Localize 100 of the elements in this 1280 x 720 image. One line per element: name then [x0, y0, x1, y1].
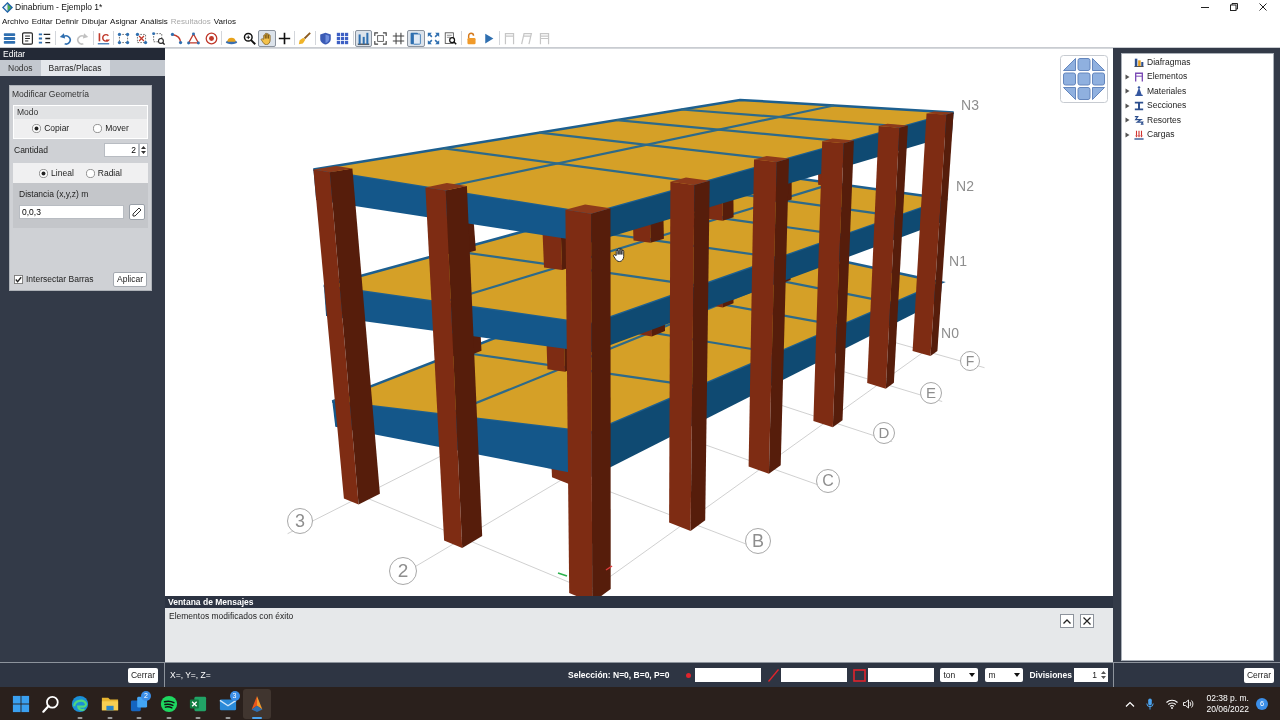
field-label: Distancia (x,y,z) m	[19, 189, 90, 199]
close-icon	[1083, 617, 1091, 625]
intersect-checkbox[interactable]: Intersectar Barras	[14, 273, 94, 286]
radio-icon[interactable]	[32, 124, 42, 133]
unit-select[interactable]: ton	[940, 668, 979, 682]
chevron-up-icon	[1063, 618, 1071, 624]
grid-axis-label: F	[960, 351, 980, 371]
tree-item[interactable]: Secciones	[1122, 98, 1273, 113]
mode-title: Modo	[14, 106, 147, 119]
radio-option[interactable]: Copiar	[32, 122, 70, 135]
wifi-icon[interactable]	[1166, 698, 1179, 709]
tree-item[interactable]: Cargas	[1122, 127, 1273, 142]
grid-axis-label: 2	[389, 557, 417, 585]
search-icon	[41, 694, 60, 713]
taskbar-button[interactable]	[243, 688, 271, 719]
message-text: Elementos modificados con éxito	[169, 611, 295, 622]
clock-time[interactable]: 02:38 p. m.	[1206, 692, 1249, 704]
menu-item[interactable]: Dibujar	[81, 16, 108, 27]
microphone-icon[interactable]	[1146, 697, 1155, 710]
expand-arrow-icon[interactable]	[1125, 117, 1130, 124]
menu-item[interactable]: Asignar	[110, 16, 138, 27]
tree-item[interactable]: Resortes	[1122, 113, 1273, 128]
unit-select[interactable]: m	[985, 668, 1024, 682]
level-label: N2	[956, 178, 974, 194]
grid-axis-label: 3	[287, 508, 313, 534]
stacked-squares-icon	[130, 694, 148, 713]
view-navigation-icon[interactable]	[1060, 55, 1108, 103]
tree-item[interactable]: Diafragmas	[1122, 55, 1273, 70]
dot-icon	[686, 672, 692, 678]
level-label: N1	[949, 253, 967, 269]
menu-item[interactable]: Análisis	[140, 16, 168, 27]
restore-icon	[1229, 3, 1238, 11]
spin-arrows-icon[interactable]	[139, 143, 148, 157]
circle-waves-icon	[159, 694, 178, 713]
cone-icon	[1133, 86, 1144, 97]
tab[interactable]: Barras/Placas	[40, 60, 110, 76]
divisions-label: Divisiones	[1029, 668, 1072, 682]
grid-axis-label: C	[816, 469, 840, 493]
distance-field[interactable]: 0,0,3	[19, 205, 124, 219]
caret-down-icon	[969, 673, 976, 677]
group-title: Modificar Geometría	[11, 87, 90, 101]
i-beam-icon	[1133, 100, 1144, 111]
column-chart-icon	[1133, 57, 1144, 68]
divisions-field[interactable]: 1	[1074, 668, 1099, 682]
chevron-up-icon[interactable]	[1125, 700, 1136, 707]
caret-down-icon	[1014, 673, 1021, 677]
window-title: Dinabrium - Ejemplo 1*	[15, 2, 103, 12]
input-field[interactable]	[781, 668, 848, 682]
tiles-icon	[12, 694, 30, 713]
apply-button[interactable]: Aplicar	[113, 272, 147, 287]
close-button[interactable]	[1080, 614, 1094, 628]
app-logo-icon	[2, 1, 13, 13]
pick-button[interactable]	[129, 204, 145, 220]
expand-arrow-icon[interactable]	[1125, 88, 1130, 95]
grid-axis-label: D	[873, 422, 895, 444]
field-label: Cantidad	[14, 143, 49, 157]
tree-item[interactable]: Materiales	[1122, 84, 1273, 99]
spin-arrows-icon[interactable]	[1099, 668, 1108, 682]
radio-option[interactable]: Radial	[85, 166, 122, 180]
input-field[interactable]	[695, 668, 762, 682]
close-button[interactable]: Cerrar	[1243, 667, 1274, 683]
level-label: N3	[961, 97, 979, 113]
menu-item[interactable]: Varios	[213, 16, 236, 27]
clock-date[interactable]: 20/06/2022	[1206, 703, 1249, 715]
menu-item[interactable]: Archivo	[2, 16, 29, 27]
spreadsheet-icon	[189, 694, 207, 713]
expand-arrow-icon[interactable]	[1125, 102, 1130, 109]
spring-icon	[1133, 115, 1144, 126]
expand-arrow-icon[interactable]	[1125, 131, 1130, 138]
close-icon	[1258, 3, 1267, 11]
panel-header: Editar	[0, 48, 165, 60]
grid-axis-label: B	[745, 528, 771, 554]
hand-cursor-icon	[612, 247, 627, 262]
grid-axis-label: E	[920, 382, 942, 404]
radio-option[interactable]: Lineal	[39, 166, 74, 180]
radio-icon[interactable]	[93, 124, 103, 133]
close-button[interactable]: Cerrar	[127, 667, 158, 683]
speaker-icon[interactable]	[1183, 698, 1195, 709]
checkbox-icon[interactable]	[14, 275, 23, 284]
quantity-field[interactable]: 2	[104, 143, 139, 157]
diagonal-line-icon	[768, 668, 780, 682]
portal-frame-icon	[1133, 71, 1144, 82]
square-icon	[853, 668, 867, 682]
collapse-button[interactable]	[1060, 614, 1074, 628]
expand-arrow-icon[interactable]	[1125, 73, 1130, 80]
radio-icon[interactable]	[85, 168, 95, 178]
level-label: N0	[941, 325, 959, 341]
radio-option[interactable]: Mover	[93, 122, 129, 135]
swirl-icon	[71, 694, 89, 713]
input-field[interactable]	[868, 668, 935, 682]
load-arrows-icon	[1133, 129, 1144, 140]
radio-icon[interactable]	[39, 168, 49, 178]
pencil-icon	[132, 207, 142, 217]
menu-item[interactable]: Definir	[55, 16, 79, 27]
message-window-header: Ventana de Mensajes	[165, 596, 1113, 608]
minimize-icon	[1200, 6, 1209, 8]
selection-text: Selección: N=0, B=0, P=0	[568, 668, 670, 682]
menu-item[interactable]: Editar	[31, 16, 53, 27]
coordinates-text: X=, Y=, Z=	[170, 668, 211, 682]
tree-item[interactable]: Elementos	[1122, 69, 1273, 84]
